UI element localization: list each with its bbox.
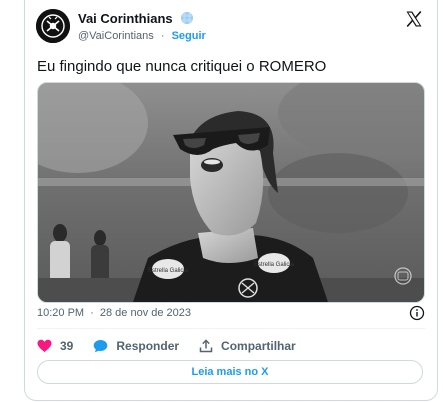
tweet-time: 10:20 PM (37, 307, 85, 319)
share-label: Compartilhar (221, 339, 296, 353)
sponsor-patch-left: Estrella Galicia (148, 268, 189, 274)
handle-row: @VaiCorintians · Seguir (78, 30, 206, 42)
like-button[interactable]: 39 (37, 339, 73, 353)
tweet-timestamp[interactable]: 10:20 PM · 28 de nov de 2023 (37, 307, 191, 319)
sponsor-patch-right: Estrella Galicia (254, 262, 295, 268)
share-button[interactable]: Compartilhar (199, 339, 296, 353)
x-logo-icon[interactable] (405, 10, 423, 28)
divider (37, 328, 425, 329)
verified-badge-icon (180, 11, 194, 28)
info-icon[interactable] (409, 305, 425, 321)
share-icon (199, 339, 213, 353)
action-bar: 39 Responder Compartilhar (37, 337, 316, 355)
like-count: 39 (60, 339, 74, 353)
avatar[interactable] (36, 9, 70, 43)
tweet-date: 28 de nov de 2023 (99, 307, 192, 319)
tweet-photo[interactable]: Estrella Galicia Estrella Galicia (37, 82, 425, 303)
heart-icon (37, 339, 52, 352)
author-name-text: Vai Corinthians (78, 11, 173, 26)
tweet-text: Eu fingindo que nunca critiquei o ROMERO (37, 58, 327, 75)
follow-link[interactable]: Seguir (172, 30, 206, 42)
tweet-card: Vai Corinthians @VaiCorintians · Seguir … (24, 0, 438, 401)
author-name[interactable]: Vai Corinthians (78, 11, 194, 28)
reply-button[interactable]: Responder (93, 339, 179, 353)
club-crest-icon (36, 9, 70, 43)
read-more-button[interactable]: Leia mais no X (37, 360, 423, 384)
handle-separator: · (160, 30, 165, 42)
reply-bubble-icon (94, 340, 108, 353)
author-handle[interactable]: @VaiCorintians (78, 30, 154, 42)
meta-separator: · (90, 307, 94, 319)
reply-label: Responder (116, 339, 180, 353)
